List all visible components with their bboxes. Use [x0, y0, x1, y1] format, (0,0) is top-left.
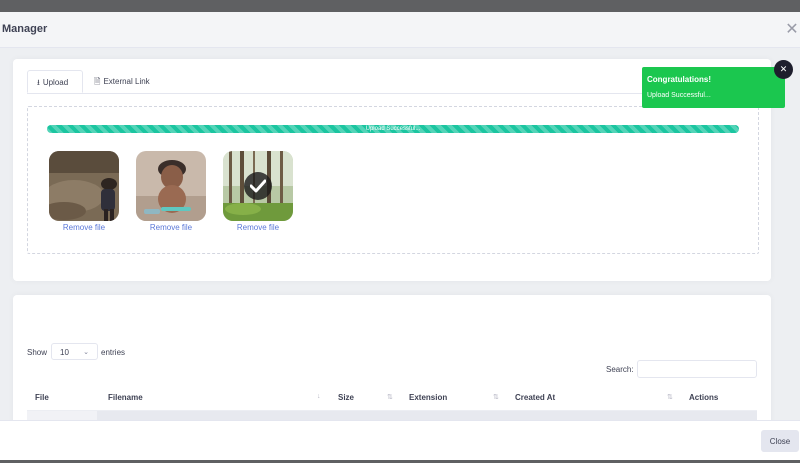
file-icon: 🗎: [94, 77, 101, 86]
modal-header: Manager ✕: [0, 12, 800, 48]
file-preview: Remove file: [49, 151, 119, 232]
file-preview: Remove file: [136, 151, 206, 232]
toast-title: Congratulations!: [647, 75, 711, 84]
toast-message: Upload Successful...: [647, 92, 711, 99]
file-preview: Remove file: [223, 151, 293, 232]
search-input[interactable]: [637, 360, 757, 378]
remove-file-link[interactable]: Remove file: [223, 223, 293, 232]
file-thumbnail: [136, 151, 206, 221]
column-header-size[interactable]: Size: [338, 393, 354, 402]
column-header-extension[interactable]: Extension: [409, 393, 447, 402]
entries-select[interactable]: 10 ⌄: [51, 343, 98, 360]
modal-title: Manager: [2, 23, 48, 35]
sort-icon: ⇅: [387, 394, 393, 401]
upload-icon: ⭳: [37, 78, 40, 87]
column-header-file[interactable]: File: [35, 393, 49, 402]
close-button[interactable]: Close: [761, 430, 799, 452]
upload-progress-text: Upload Successful...: [365, 126, 421, 132]
show-label: Show: [27, 348, 48, 357]
tab-upload[interactable]: ⭳ Upload: [27, 70, 83, 93]
file-table-card: Show 10 ⌄ entries Search: File Filename …: [13, 295, 771, 435]
entries-label: entries: [101, 348, 126, 357]
toast-close-icon[interactable]: ✕: [774, 60, 793, 79]
column-header-created-at[interactable]: Created At: [515, 393, 555, 402]
file-thumbnail: [223, 151, 293, 221]
remove-file-link[interactable]: Remove file: [136, 223, 206, 232]
sort-icon: ⇅: [493, 394, 499, 401]
file-thumbnail: [49, 151, 119, 221]
close-icon[interactable]: ✕: [784, 22, 800, 38]
tab-upload-label: Upload: [42, 78, 69, 87]
tab-external-link-label: External Link: [103, 77, 150, 86]
entries-value: 10: [60, 348, 69, 357]
sort-icon: ⇅: [667, 394, 673, 401]
chevron-down-icon: ⌄: [83, 349, 89, 356]
upload-progress-bar: Upload Successful...: [47, 125, 739, 133]
remove-file-link[interactable]: Remove file: [49, 223, 119, 232]
search-label: Search:: [606, 365, 634, 374]
tab-external-link[interactable]: 🗎 External Link: [85, 70, 165, 93]
modal-footer: Close: [0, 420, 800, 460]
column-header-filename[interactable]: Filename: [108, 393, 143, 402]
dropzone[interactable]: Upload Successful... Remove file Remove …: [27, 106, 759, 254]
success-toast: Congratulations! Upload Successful...: [642, 67, 785, 108]
sort-desc-icon: ↓: [317, 393, 321, 400]
column-header-actions: Actions: [689, 393, 719, 402]
check-icon: [244, 172, 272, 200]
